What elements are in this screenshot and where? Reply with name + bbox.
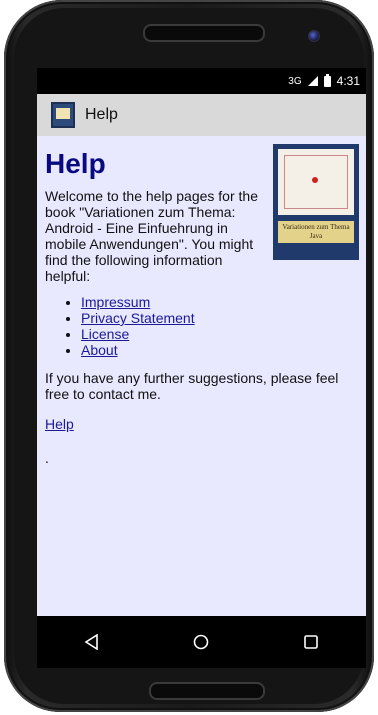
phone-frame: 3G 4:31 Help Variationen zum Thema Java … bbox=[4, 0, 374, 712]
license-link[interactable]: License bbox=[81, 326, 129, 342]
back-button[interactable] bbox=[72, 622, 112, 662]
front-camera bbox=[308, 30, 320, 42]
bottom-speaker bbox=[149, 682, 265, 700]
app-bar: Help bbox=[37, 94, 366, 136]
home-button[interactable] bbox=[181, 622, 221, 662]
app-title: Help bbox=[85, 106, 118, 123]
book-cover-title: Variationen zum Thema Java bbox=[278, 221, 354, 243]
contact-text: If you have any further suggestions, ple… bbox=[45, 370, 339, 402]
navigation-bar bbox=[37, 616, 366, 668]
about-link[interactable]: About bbox=[81, 342, 118, 358]
webview-content[interactable]: Variationen zum Thema Java Help Welcome … bbox=[37, 136, 366, 616]
clock: 4:31 bbox=[336, 74, 360, 88]
recents-square-icon bbox=[304, 635, 318, 649]
impressum-link[interactable]: Impressum bbox=[81, 294, 150, 310]
list-item: License bbox=[81, 326, 359, 342]
content-body: Variationen zum Thema Java Help Welcome … bbox=[45, 144, 359, 466]
earpiece-speaker bbox=[143, 24, 265, 42]
book-cover-image: Variationen zum Thema Java bbox=[273, 144, 359, 260]
signal-bars-icon bbox=[307, 76, 318, 86]
home-circle-icon bbox=[194, 634, 209, 650]
status-bar: 3G 4:31 bbox=[37, 68, 366, 94]
book-cover-dot bbox=[312, 177, 318, 183]
list-item: About bbox=[81, 342, 359, 358]
list-item: Impressum bbox=[81, 294, 359, 310]
recents-button[interactable] bbox=[291, 622, 331, 662]
trailing-dot: . bbox=[45, 450, 49, 466]
battery-icon bbox=[323, 73, 331, 87]
privacy-statement-link[interactable]: Privacy Statement bbox=[81, 310, 195, 326]
app-logo-icon[interactable] bbox=[51, 102, 75, 128]
screen: 3G 4:31 Help Variationen zum Thema Java … bbox=[37, 68, 366, 668]
list-item: Privacy Statement bbox=[81, 310, 359, 326]
signal-icon: 3G bbox=[288, 75, 302, 87]
help-link[interactable]: Help bbox=[45, 416, 74, 432]
back-triangle-icon bbox=[84, 634, 98, 650]
book-cover-art bbox=[278, 149, 354, 215]
help-links-list: Impressum Privacy Statement License Abou… bbox=[45, 294, 359, 358]
